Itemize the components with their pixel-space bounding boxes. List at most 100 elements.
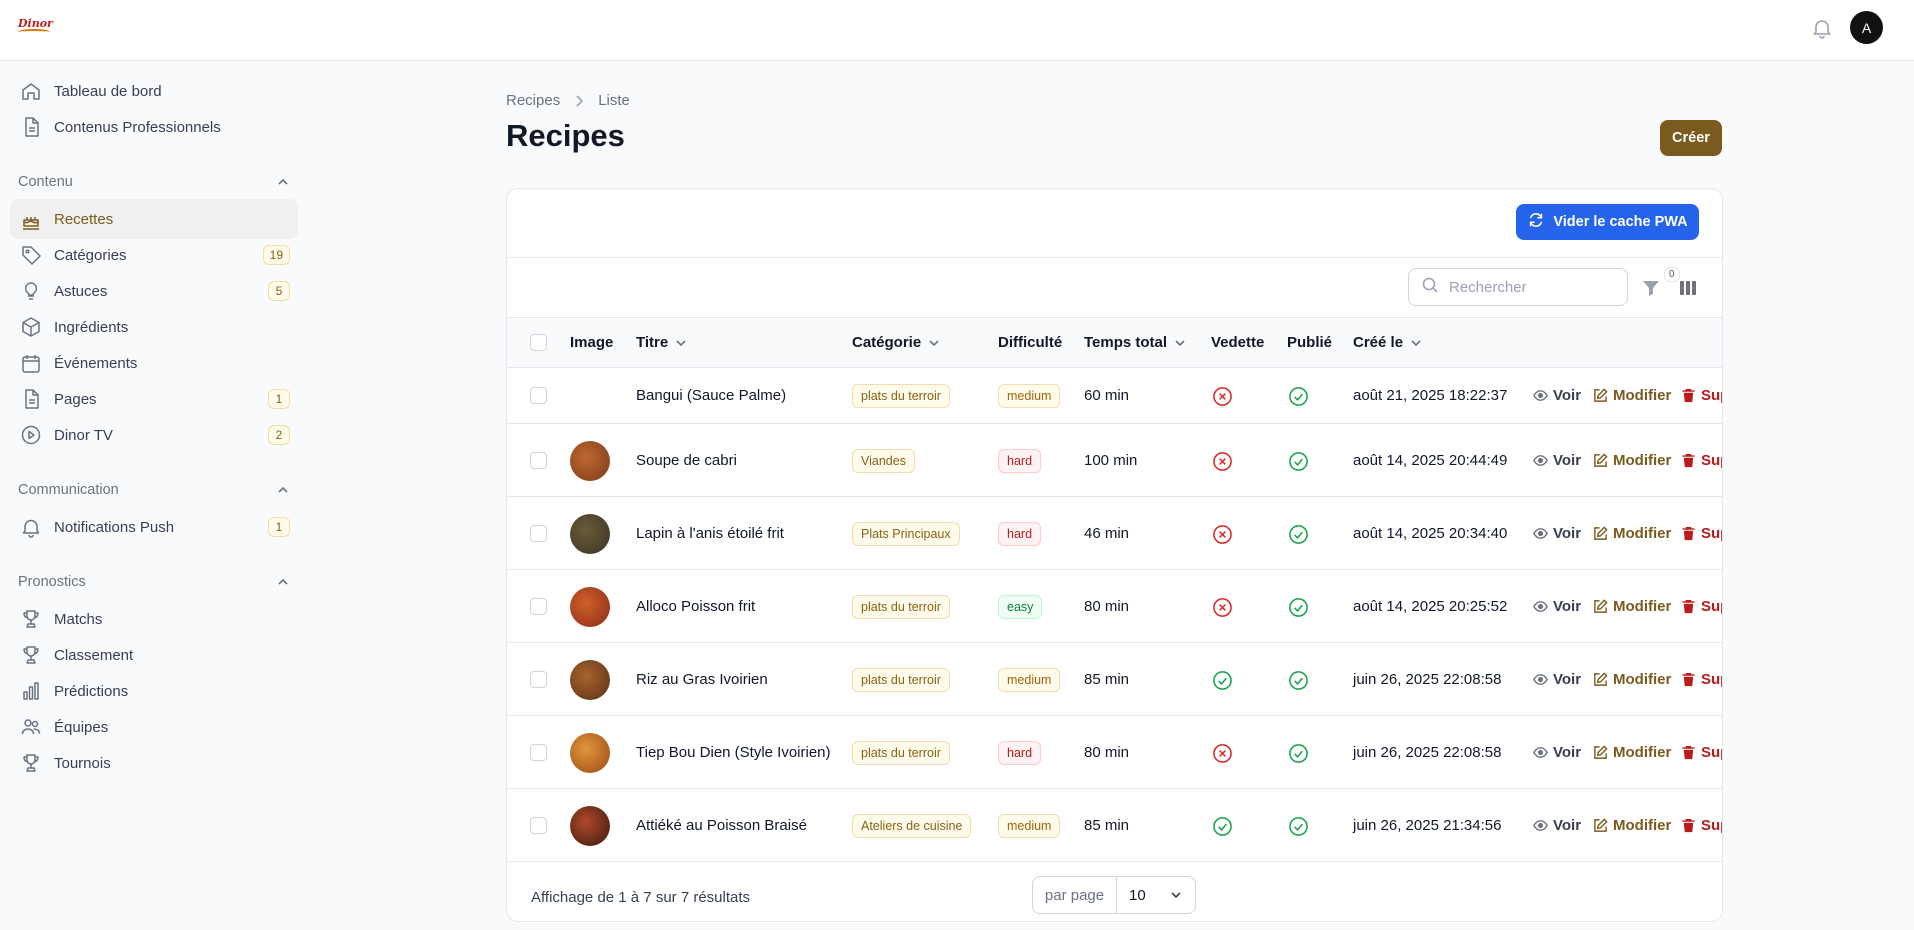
clear-pwa-cache-button[interactable]: Vider le cache PWA	[1516, 204, 1699, 240]
view-button[interactable]: Voir	[1533, 452, 1581, 469]
delete-button[interactable]: Supprimer	[1681, 524, 1722, 542]
delete-button[interactable]: Supprimer	[1681, 452, 1722, 469]
table-toolbar: Rechercher 0	[507, 258, 1722, 318]
search-input[interactable]: Rechercher	[1408, 268, 1628, 306]
view-button[interactable]: Voir	[1533, 525, 1581, 542]
edit-button[interactable]: Modifier	[1593, 387, 1671, 404]
per-page-value-wrap[interactable]: 10	[1117, 877, 1195, 913]
sidebar-group-communication[interactable]: Communication	[18, 478, 290, 502]
view-button[interactable]: Voir	[1533, 671, 1581, 688]
sidebar-item-recettes[interactable]: Recettes	[10, 199, 298, 239]
table-row[interactable]: Alloco Poisson frit plats du terroir easy 8…	[507, 570, 1722, 643]
sidebar-item-ingredients[interactable]: Ingrédients	[10, 307, 298, 347]
select-all-checkbox[interactable]	[530, 334, 547, 351]
view-button[interactable]: Voir	[1533, 598, 1581, 615]
edit-button[interactable]: Modifier	[1593, 744, 1671, 761]
row-checkbox[interactable]	[530, 670, 547, 688]
count-badge: 2	[268, 425, 290, 445]
count-badge: 1	[268, 517, 290, 537]
edit-button[interactable]: Modifier	[1593, 452, 1671, 469]
top-bar: Dinor A	[0, 0, 1914, 61]
view-button[interactable]: Voir	[1533, 744, 1581, 761]
sidebar-item-label: Événements	[54, 354, 138, 372]
view-button[interactable]: Voir	[1533, 387, 1581, 404]
dinor-logo[interactable]: Dinor	[18, 17, 53, 39]
total-time: 85 min	[1084, 670, 1130, 688]
edit-button[interactable]: Modifier	[1593, 525, 1671, 542]
row-checkbox[interactable]	[530, 816, 547, 834]
sidebar-item-predictions[interactable]: Prédictions	[10, 671, 298, 711]
columns-toggle-icon[interactable]	[1678, 278, 1698, 298]
table-row[interactable]: Tiep Bou Dien (Style Ivoirien) plats du t…	[507, 716, 1722, 789]
recipe-title: Lapin à l'anis étoilé frit	[636, 524, 784, 542]
refresh-icon	[1527, 211, 1545, 233]
sidebar-item-matchs[interactable]: Matchs	[10, 599, 298, 639]
sidebar-item-categories[interactable]: Catégories 19	[10, 235, 298, 275]
sidebar-item-astuces[interactable]: Astuces 5	[10, 271, 298, 311]
sidebar-item-dinor-tv[interactable]: Dinor TV 2	[10, 415, 298, 455]
view-label: Voir	[1553, 670, 1582, 688]
delete-button[interactable]: Supprimer	[1681, 387, 1722, 404]
user-avatar[interactable]: A	[1850, 11, 1883, 44]
row-checkbox[interactable]	[530, 451, 547, 469]
notifications-bell-icon[interactable]	[1810, 16, 1834, 40]
edit-button[interactable]: Modifier	[1593, 817, 1671, 834]
sidebar-item-label: Classement	[54, 646, 134, 664]
column-total-time-sort[interactable]: Temps total	[1084, 334, 1187, 351]
recipe-title: Bangui (Sauce Palme)	[636, 387, 787, 404]
sidebar-item-contenus-professionnels[interactable]: Contenus Professionnels	[10, 107, 298, 147]
sidebar-item-equipes[interactable]: Équipes	[10, 707, 298, 747]
trash-icon	[1682, 818, 1695, 832]
create-button[interactable]: Créer	[1660, 120, 1722, 156]
sidebar-item-pages[interactable]: Pages 1	[10, 379, 298, 419]
chevron-down-icon	[1171, 892, 1181, 899]
sidebar-item-label: Prédictions	[54, 682, 129, 700]
edit-button[interactable]: Modifier	[1593, 671, 1671, 688]
column-published: Publié	[1287, 334, 1332, 351]
sidebar-item-label: Recettes	[54, 210, 114, 228]
document-icon	[20, 116, 42, 138]
column-category-sort[interactable]: Catégorie	[852, 334, 941, 351]
delete-button[interactable]: Supprimer	[1681, 598, 1722, 615]
delete-button[interactable]: Supprimer	[1681, 671, 1722, 688]
sidebar-item-label: Astuces	[54, 282, 108, 300]
sidebar-group-pronostics[interactable]: Pronostics	[18, 570, 290, 594]
sidebar-group-label: Communication	[18, 482, 119, 498]
sidebar-item-classement[interactable]: Classement	[10, 635, 298, 675]
sidebar-item-tournois[interactable]: Tournois	[10, 743, 298, 783]
table-row[interactable]: Lapin à l'anis étoilé frit Plats Principa…	[507, 497, 1722, 570]
sidebar-item-tableau-de-bord[interactable]: Tableau de bord	[10, 71, 298, 111]
row-checkbox[interactable]	[530, 743, 547, 761]
not-featured-x-icon	[1212, 451, 1233, 472]
per-page-select[interactable]: par page 10	[1032, 876, 1196, 914]
row-checkbox[interactable]	[530, 387, 547, 404]
per-page-value: 10	[1129, 886, 1146, 904]
sidebar-item-label: Ingrédients	[54, 318, 129, 336]
column-difficulty: Difficulté	[998, 334, 1062, 351]
sidebar-group-contenu[interactable]: Contenu	[18, 170, 290, 194]
edit-button[interactable]: Modifier	[1593, 598, 1671, 615]
recipe-thumbnail	[570, 440, 610, 481]
created-date: juin 26, 2025 22:08:58	[1353, 670, 1502, 688]
eye-icon	[1533, 454, 1548, 466]
column-title-sort[interactable]: Titre	[636, 334, 688, 351]
page-title: Recipes	[506, 118, 625, 153]
table-row[interactable]: Soupe de cabri Viandes hard 100 min août 14,…	[507, 424, 1722, 497]
column-created-sort[interactable]: Créé le	[1353, 334, 1423, 351]
table-row[interactable]: Attiéké au Poisson Braisé Ateliers de cui…	[507, 789, 1722, 862]
sidebar-item-notifications-push[interactable]: Notifications Push 1	[10, 507, 298, 547]
filter-icon[interactable]	[1641, 278, 1661, 298]
chevron-up-icon	[278, 178, 288, 185]
breadcrumb-root[interactable]: Recipes	[506, 92, 560, 109]
edit-icon	[1594, 598, 1608, 613]
table-row[interactable]: Riz au Gras Ivoirien plats du terroir medi…	[507, 643, 1722, 716]
row-checkbox[interactable]	[530, 524, 547, 542]
delete-label: Supprimer	[1701, 524, 1722, 542]
table-row[interactable]: Bangui (Sauce Palme) plats du terroir medi…	[507, 368, 1722, 424]
row-checkbox[interactable]	[530, 597, 547, 615]
delete-button[interactable]: Supprimer	[1681, 744, 1722, 761]
sidebar-item-evenements[interactable]: Événements	[10, 343, 298, 383]
delete-button[interactable]: Supprimer	[1681, 817, 1722, 834]
view-button[interactable]: Voir	[1533, 817, 1581, 834]
trash-icon	[1682, 745, 1695, 759]
